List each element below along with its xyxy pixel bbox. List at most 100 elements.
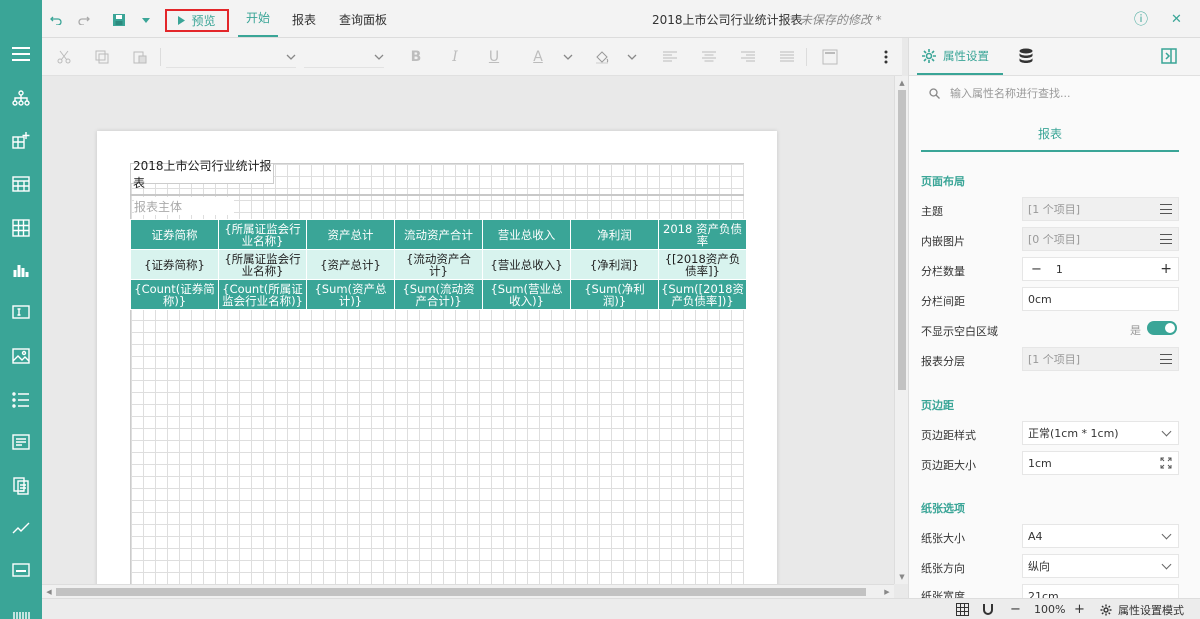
paper-size-select[interactable]: A4 [1022,524,1179,548]
cut-icon[interactable] [54,47,74,67]
embedded-images-field[interactable]: [0 个项目] [1022,227,1179,251]
textbox-icon[interactable] [0,292,42,332]
align-center-icon[interactable] [699,47,719,67]
align-right-icon[interactable] [738,47,758,67]
section-margins[interactable]: 页边距 [921,397,954,413]
layers-field[interactable]: [1 个项目] [1022,347,1179,371]
table-cell[interactable]: {Sum(资产总计)} [306,279,395,310]
increment-button[interactable]: + [1160,261,1172,277]
tab-start[interactable]: 开始 [238,0,279,37]
table-cell[interactable]: 资产总计 [306,219,395,250]
expand-icon[interactable] [1160,457,1172,469]
list-edit-icon[interactable] [1160,204,1172,214]
tab-property-settings[interactable]: 属性设置 [917,38,1003,75]
table-add-icon[interactable] [0,120,42,160]
info-icon[interactable]: ⓘ [1134,0,1148,38]
zoom-out-button[interactable]: − [1010,599,1021,619]
orientation-select[interactable]: 纵向 [1022,554,1179,578]
vertical-scroll-thumb[interactable] [898,90,906,390]
table-cell[interactable]: 营业总收入 [482,219,571,250]
column-spacing-input[interactable]: 0cm [1022,287,1179,311]
columns-value[interactable]: 1 [1056,263,1063,276]
table-cell[interactable]: {Count(所属证监会行业名称)} [218,279,307,310]
scroll-left-icon[interactable]: ◀ [43,586,55,598]
undo-icon[interactable] [48,12,64,28]
table-cell[interactable]: 流动资产合计 [394,219,483,250]
table-cell[interactable]: 证券简称 [130,219,219,250]
database-icon[interactable] [1019,48,1033,67]
fill-color-icon[interactable] [592,47,612,67]
section-paper[interactable]: 纸张选项 [921,500,965,516]
vertical-scrollbar[interactable]: ▲ ▼ [894,76,908,584]
hierarchy-icon[interactable] [0,78,42,118]
table-cell[interactable]: {Sum(营业总收入)} [482,279,571,310]
tab-query-panel[interactable]: 查询面板 [337,0,389,38]
italic-button[interactable]: I [445,47,465,67]
document-icon[interactable] [0,466,42,506]
horizontal-scroll-thumb[interactable] [56,588,866,596]
collapse-panel-icon[interactable] [1161,48,1177,67]
scroll-right-icon[interactable]: ▶ [881,586,893,598]
zoom-in-button[interactable]: + [1074,599,1085,619]
font-size-select[interactable] [304,46,384,68]
bold-button[interactable]: B [406,47,426,67]
barcode-icon[interactable] [0,550,42,590]
form-icon[interactable] [0,422,42,462]
chevron-down-icon[interactable] [558,47,578,67]
close-icon[interactable]: ✕ [1171,0,1182,38]
hide-blank-toggle[interactable] [1147,321,1177,335]
snap-magnet-icon[interactable] [982,599,994,619]
hamburger-menu-icon[interactable] [0,34,42,74]
sparkline-icon[interactable] [0,508,42,548]
property-search[interactable]: 输入属性名称进行查找... [921,78,1189,108]
columns-stepper[interactable]: − 1 + [1022,257,1179,281]
list-icon[interactable] [0,380,42,420]
theme-field[interactable]: [1 个项目] [1022,197,1179,221]
table-cell[interactable]: {Sum(净利润)} [570,279,659,310]
redo-icon[interactable] [76,12,92,28]
horizontal-scrollbar[interactable]: ◀ ▶ [42,584,894,598]
bar-chart-icon[interactable] [0,250,42,290]
save-icon[interactable] [111,12,127,28]
table-icon[interactable] [0,164,42,204]
report-table[interactable]: 证券简称 {所属证监会行业名称} 资产总计 流动资产合计 营业总收入 净利润 2… [130,219,747,310]
table-cell[interactable]: {营业总收入} [482,249,571,280]
table-cell[interactable]: 2018 资产负债率 [658,219,747,250]
scroll-down-icon[interactable]: ▼ [896,571,908,583]
gauge-icon[interactable] [0,596,42,619]
underline-button[interactable]: U [484,47,504,67]
font-color-button[interactable]: A [528,47,548,67]
align-left-icon[interactable] [660,47,680,67]
decrement-button[interactable]: − [1031,262,1042,277]
more-options-icon[interactable] [876,47,896,67]
margin-style-select[interactable]: 正常(1cm * 1cm) [1022,421,1179,445]
paste-icon[interactable] [130,47,150,67]
scroll-up-icon[interactable]: ▲ [896,77,908,89]
table-cell[interactable]: {所属证监会行业名称} [218,249,307,280]
preview-button[interactable]: 预览 [165,9,229,32]
report-title-textbox[interactable]: 2018上市公司行业统计报表 [131,159,274,190]
report-page[interactable]: 2018上市公司行业统计报表 报表主体 证券简称 {所属证监会行业名称} 资产总… [97,131,777,584]
grid-toggle-icon[interactable] [956,599,969,619]
table-cell[interactable]: {所属证监会行业名称} [218,219,307,250]
margin-size-field[interactable]: 1cm [1022,451,1179,475]
copy-icon[interactable] [92,47,112,67]
table-cell[interactable]: {[2018资产负债率]} [658,249,747,280]
table-cell[interactable]: 净利润 [570,219,659,250]
list-edit-icon[interactable] [1160,234,1172,244]
table-cell[interactable]: {证券简称} [130,249,219,280]
section-page-layout[interactable]: 页面布局 [921,173,965,189]
border-icon[interactable] [820,47,840,67]
align-justify-icon[interactable] [777,47,797,67]
list-edit-icon[interactable] [1160,354,1172,364]
gear-icon[interactable] [1100,599,1112,619]
save-dropdown-icon[interactable] [138,12,154,28]
table-cell[interactable]: {Sum(流动资产合计)} [394,279,483,310]
property-mode-label[interactable]: 属性设置模式 [1118,599,1184,619]
table-cell[interactable]: {流动资产合计} [394,249,483,280]
image-icon[interactable] [0,336,42,376]
table-cell[interactable]: {净利润} [570,249,659,280]
chevron-down-icon[interactable] [622,47,642,67]
table-cell[interactable]: {Count(证券简称)} [130,279,219,310]
table-cell[interactable]: {Sum([2018资产负债率])} [658,279,747,310]
